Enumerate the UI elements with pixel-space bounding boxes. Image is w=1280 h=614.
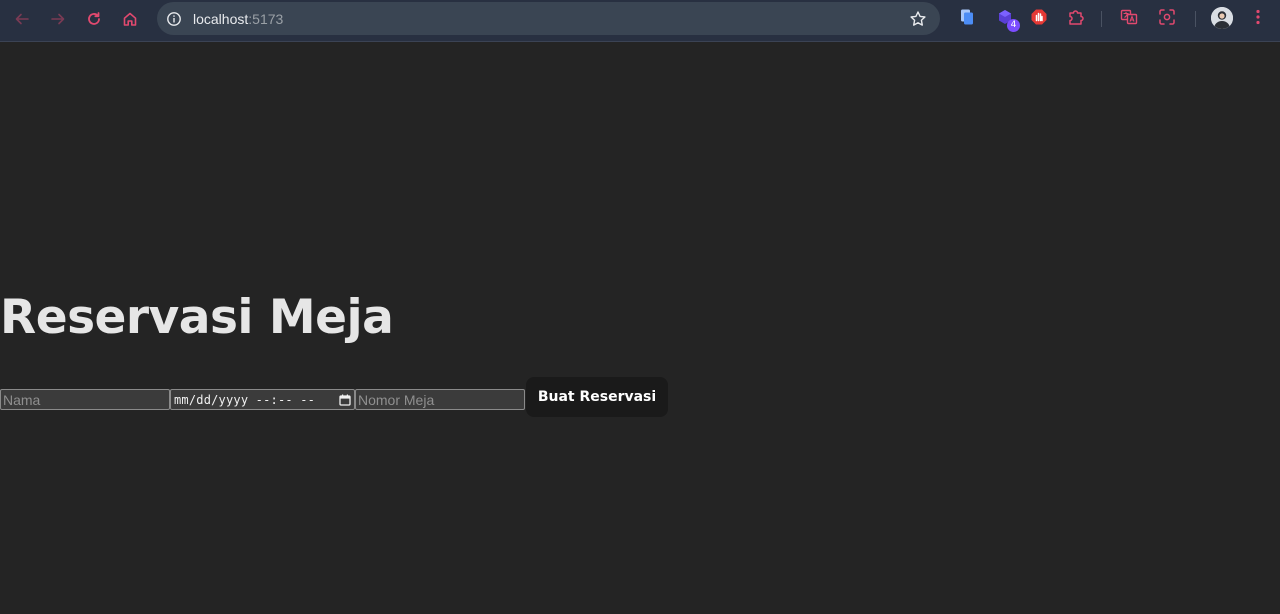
reservation-form: mm/dd/yyyy --:-- -- Buat Reservasi bbox=[0, 377, 680, 417]
back-button[interactable] bbox=[8, 7, 36, 31]
datetime-input[interactable]: mm/dd/yyyy --:-- -- bbox=[170, 389, 355, 410]
screenshot-button[interactable] bbox=[1155, 7, 1179, 31]
forward-button[interactable] bbox=[44, 7, 72, 31]
translate-icon bbox=[1120, 8, 1138, 31]
star-icon[interactable] bbox=[908, 9, 928, 29]
home-icon bbox=[122, 11, 138, 27]
hand-stop-icon bbox=[1030, 8, 1048, 31]
browser-toolbar: localhost:5173 4 bbox=[0, 0, 1280, 42]
name-input[interactable] bbox=[0, 389, 170, 410]
extensions-menu-button[interactable] bbox=[1064, 7, 1088, 31]
create-reservation-button[interactable]: Buat Reservasi bbox=[526, 377, 668, 417]
kebab-menu-icon bbox=[1256, 9, 1260, 30]
extension-docs-button[interactable] bbox=[955, 7, 979, 31]
reload-button[interactable] bbox=[80, 7, 108, 31]
camera-capture-icon bbox=[1158, 8, 1176, 31]
extension-stop-button[interactable] bbox=[1027, 7, 1051, 31]
page-title: Reservasi Meja bbox=[0, 290, 394, 345]
toolbar-divider bbox=[1101, 11, 1102, 27]
calendar-icon[interactable] bbox=[338, 393, 351, 406]
avatar[interactable] bbox=[1211, 7, 1233, 29]
reload-icon bbox=[86, 11, 102, 27]
arrow-left-icon bbox=[14, 11, 30, 27]
profile-avatar-icon bbox=[1211, 7, 1233, 29]
datetime-value: mm/dd/yyyy --:-- -- bbox=[174, 392, 316, 407]
info-icon[interactable] bbox=[165, 10, 183, 28]
toolbar-divider bbox=[1195, 11, 1196, 27]
arrow-right-icon bbox=[50, 11, 66, 27]
url-text: localhost:5173 bbox=[193, 11, 283, 27]
puzzle-icon bbox=[1067, 8, 1085, 31]
document-icon bbox=[959, 8, 975, 31]
browser-menu-button[interactable] bbox=[1250, 7, 1266, 31]
address-bar[interactable]: localhost:5173 bbox=[157, 2, 940, 35]
extension-badge: 4 bbox=[1007, 19, 1020, 32]
url-port: :5173 bbox=[248, 11, 284, 27]
table-number-input[interactable] bbox=[355, 389, 525, 410]
home-button[interactable] bbox=[116, 7, 144, 31]
url-host: localhost bbox=[193, 11, 249, 27]
translate-button[interactable] bbox=[1117, 7, 1141, 31]
extension-cube-button[interactable]: 4 bbox=[993, 7, 1020, 32]
